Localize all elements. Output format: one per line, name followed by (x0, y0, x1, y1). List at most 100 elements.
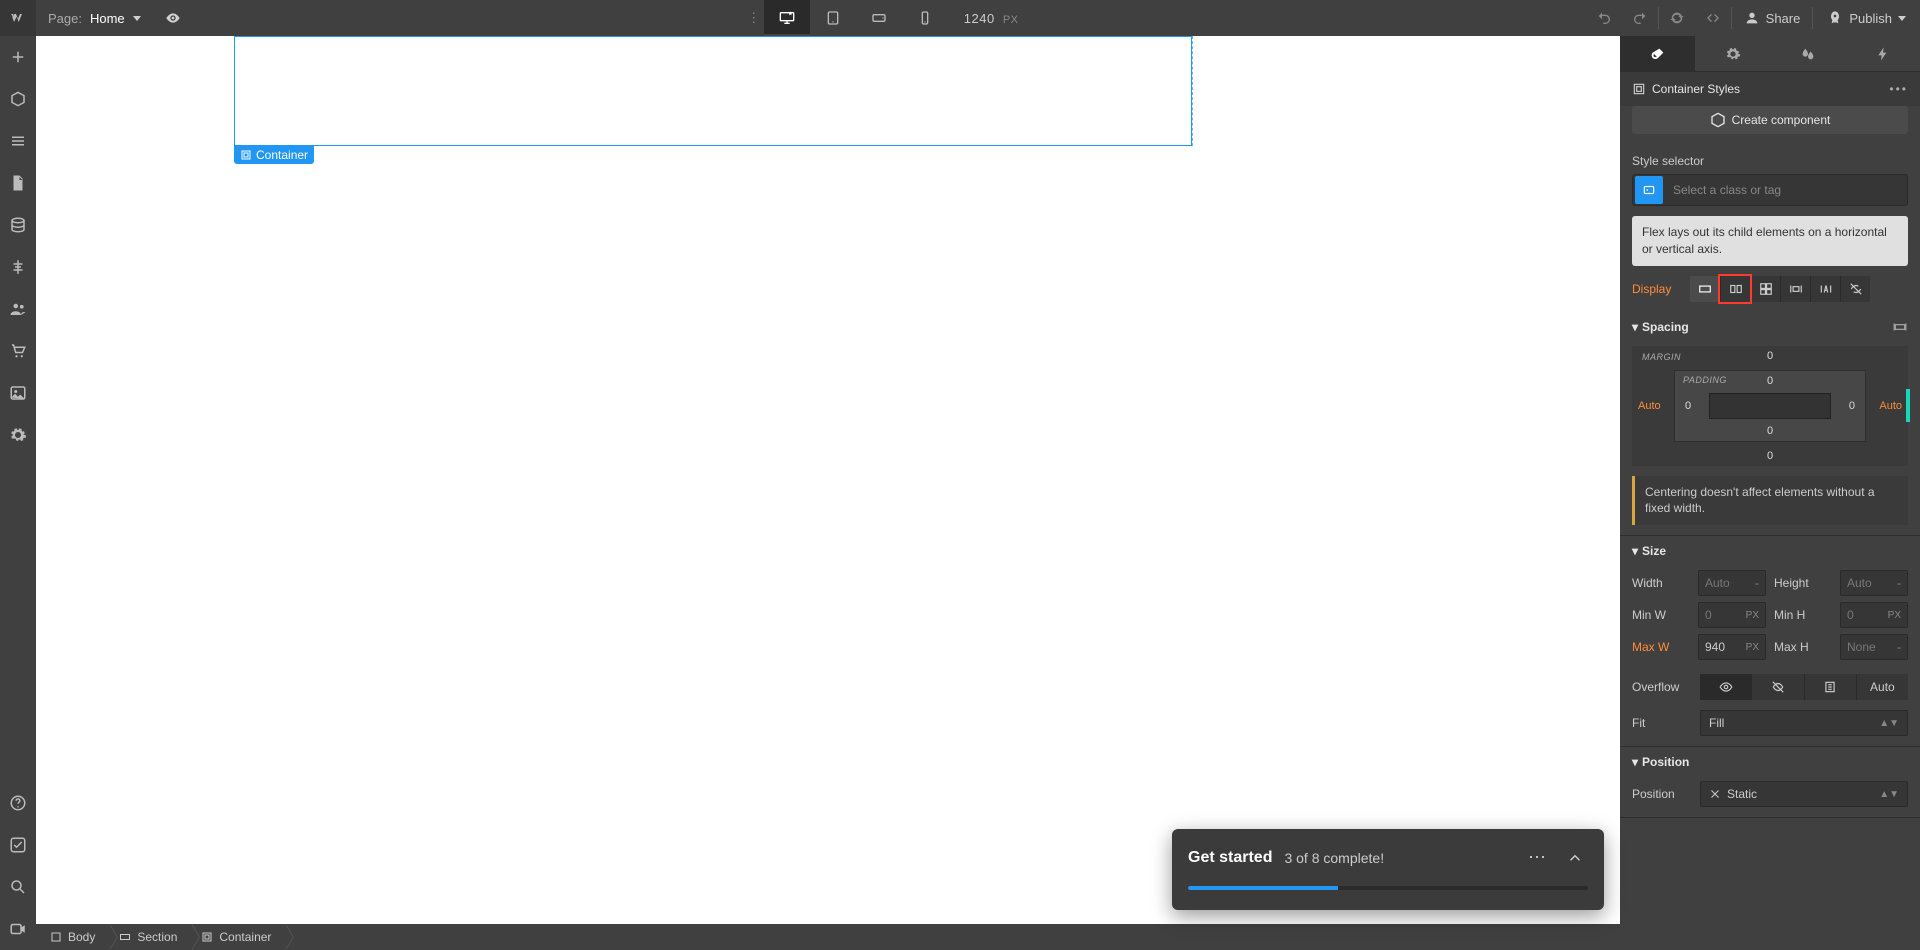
navigator-button[interactable] (0, 120, 36, 162)
tab-style[interactable] (1620, 36, 1695, 71)
publish-label: Publish (1849, 11, 1892, 26)
code-button[interactable] (1695, 0, 1731, 36)
margin-left[interactable]: Auto (1638, 400, 1661, 412)
bp-desktop[interactable] (764, 0, 810, 36)
video-button[interactable] (0, 908, 36, 950)
crumb-body[interactable]: Body (36, 924, 109, 950)
ecommerce-button[interactable] (0, 330, 36, 372)
section-icon (119, 931, 131, 943)
publish-button[interactable]: Publish (1813, 10, 1920, 26)
add-element-button[interactable] (0, 36, 36, 78)
selected-container-outline[interactable] (234, 36, 1192, 146)
display-none[interactable] (1840, 276, 1870, 302)
minh-input[interactable]: 0PX (1840, 602, 1908, 628)
expand-spacing-icon[interactable] (1892, 320, 1908, 334)
margin-top[interactable]: 0 (1767, 350, 1773, 362)
canvas-width-readout[interactable]: 1240 PX (948, 11, 1035, 26)
cms-button[interactable] (0, 204, 36, 246)
maxw-label: Max W (1632, 640, 1690, 654)
tab-settings[interactable] (1695, 36, 1770, 71)
height-input[interactable]: Auto- (1840, 570, 1908, 596)
selector-chip (1635, 176, 1663, 204)
logic-button[interactable] (0, 246, 36, 288)
crumb-container[interactable]: Container (191, 924, 285, 950)
bp-tablet[interactable] (810, 0, 856, 36)
spacing-editor[interactable]: MARGIN 0 0 Auto Auto PADDING 0 0 0 0 (1632, 346, 1908, 466)
page-icon (9, 174, 27, 192)
eye-off-icon (1770, 680, 1786, 694)
settings-button[interactable] (0, 414, 36, 456)
container-icon (201, 931, 213, 943)
tab-effects[interactable] (1770, 36, 1845, 71)
padding-top[interactable]: 0 (1767, 375, 1773, 387)
preview-button[interactable] (153, 10, 193, 26)
fit-value: Fill (1709, 716, 1724, 730)
users-button[interactable] (0, 288, 36, 330)
toast-title: Get started (1188, 849, 1272, 867)
display-flex[interactable] (1720, 276, 1750, 302)
crumb-section[interactable]: Section (109, 924, 191, 950)
sync-button[interactable] (1659, 0, 1695, 36)
position-header[interactable]: ▾Position (1620, 747, 1920, 777)
margin-bottom[interactable]: 0 (1767, 450, 1773, 462)
padding-right[interactable]: 0 (1849, 400, 1855, 412)
spacing-header[interactable]: ▾Spacing (1620, 312, 1920, 342)
size-grid: Width Auto- Height Auto- Min W 0PX Min H… (1620, 566, 1920, 670)
symbols-button[interactable] (0, 78, 36, 120)
redo-button[interactable] (1622, 0, 1658, 36)
minw-input[interactable]: 0PX (1698, 602, 1766, 628)
help-button[interactable] (0, 782, 36, 824)
bp-landscape[interactable] (856, 0, 902, 36)
assets-button[interactable] (0, 372, 36, 414)
position-row: Position Static ▲▼ (1620, 777, 1920, 817)
bp-more-button[interactable]: ⋮ (744, 10, 764, 26)
redo-icon (1632, 10, 1648, 26)
padding-bottom[interactable]: 0 (1767, 425, 1773, 437)
minh-label: Min H (1774, 608, 1832, 622)
overflow-visible[interactable] (1700, 674, 1751, 700)
person-icon (1744, 10, 1760, 26)
pages-button[interactable] (0, 162, 36, 204)
toast-more-button[interactable]: ⋯ (1524, 843, 1550, 872)
fit-select[interactable]: Fill ▲▼ (1700, 710, 1908, 736)
position-select[interactable]: Static ▲▼ (1700, 781, 1908, 807)
search-button[interactable] (0, 866, 36, 908)
selected-element-tag[interactable]: Container (234, 146, 314, 164)
margin-right[interactable]: Auto (1879, 400, 1902, 412)
tab-interactions[interactable] (1845, 36, 1920, 71)
cube-icon (1710, 112, 1726, 128)
image-icon (9, 384, 27, 402)
display-inline-block[interactable] (1780, 276, 1810, 302)
fit-label: Fit (1632, 716, 1692, 730)
padding-left[interactable]: 0 (1685, 400, 1691, 412)
canvas[interactable]: Container (36, 36, 1620, 924)
class-selector-input[interactable]: Select a class or tag (1632, 174, 1908, 206)
top-bar: Page: Home ⋮ 1240 PX Share (0, 0, 1920, 36)
bp-phone[interactable] (902, 0, 948, 36)
display-inline[interactable] (1810, 276, 1840, 302)
crumb-container-label: Container (219, 930, 271, 944)
toast-collapse-button[interactable] (1562, 845, 1588, 871)
plus-icon (9, 48, 27, 66)
audit-button[interactable] (0, 824, 36, 866)
width-input[interactable]: Auto- (1698, 570, 1766, 596)
maxh-input[interactable]: None- (1840, 634, 1908, 660)
undo-button[interactable] (1586, 0, 1622, 36)
display-block[interactable] (1690, 276, 1720, 302)
share-button[interactable]: Share (1732, 10, 1813, 26)
droplets-icon (1800, 46, 1816, 62)
maxh-label: Max H (1774, 640, 1832, 654)
container-icon (240, 149, 252, 161)
webflow-logo[interactable] (0, 0, 36, 36)
maxw-input[interactable]: 940PX (1698, 634, 1766, 660)
page-switcher[interactable]: Page: Home (36, 0, 153, 36)
size-header[interactable]: ▾Size (1620, 536, 1920, 566)
display-grid[interactable] (1750, 276, 1780, 302)
overflow-auto[interactable]: Auto (1856, 674, 1908, 700)
create-component-button[interactable]: Create component (1632, 106, 1908, 134)
size-label: Size (1642, 544, 1666, 558)
more-icon[interactable]: ••• (1889, 82, 1908, 96)
sync-icon (1669, 10, 1685, 26)
overflow-hidden[interactable] (1751, 674, 1803, 700)
overflow-scroll[interactable] (1804, 674, 1856, 700)
